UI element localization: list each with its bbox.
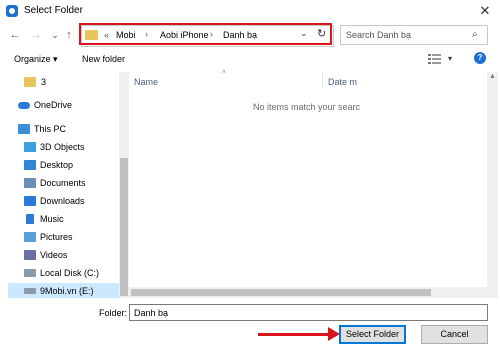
empty-list-message: No items match your searc bbox=[253, 102, 361, 112]
navigation-pane: 3 OneDrive This PC 3D Objects Desktop Do… bbox=[8, 72, 119, 298]
computer-icon bbox=[18, 124, 30, 134]
organize-button[interactable]: Organize ▾ bbox=[14, 54, 58, 65]
folder-icon bbox=[24, 77, 36, 87]
drive-icon bbox=[24, 288, 36, 294]
sidebar-item-label: 3 bbox=[41, 77, 47, 87]
view-dropdown-icon[interactable]: ▾ bbox=[448, 54, 452, 63]
column-header-name[interactable]: Name bbox=[134, 77, 158, 87]
cube-icon bbox=[24, 142, 36, 152]
sidebar-item-label: OneDrive bbox=[34, 100, 73, 110]
sidebar-item-label: Local Disk (C:) bbox=[40, 268, 100, 278]
sidebar-item-label: This PC bbox=[34, 124, 67, 134]
select-folder-button[interactable]: Select Folder bbox=[339, 325, 406, 344]
folder-label: Folder: bbox=[99, 308, 128, 318]
new-folder-button[interactable]: New folder bbox=[82, 54, 125, 64]
search-icon[interactable]: ⌕ bbox=[472, 29, 478, 40]
sidebar-item-music[interactable]: Music bbox=[8, 211, 119, 228]
sidebar-scrollbar-thumb[interactable] bbox=[120, 158, 128, 296]
sidebar-item-local-disk[interactable]: Local Disk (C:) bbox=[8, 265, 119, 282]
sidebar-item-downloads[interactable]: Downloads bbox=[8, 193, 119, 210]
address-highlight-annotation bbox=[79, 23, 332, 45]
search-input[interactable]: Search Danh bạ ⌕ bbox=[340, 25, 488, 45]
pictures-icon bbox=[24, 232, 36, 242]
forward-button[interactable]: → bbox=[29, 28, 43, 42]
app-icon bbox=[6, 5, 18, 17]
music-icon bbox=[26, 214, 34, 224]
sidebar-item-label: 9Mobi.vn (E:) bbox=[40, 286, 94, 296]
sidebar-item-label: Desktop bbox=[40, 160, 74, 170]
horizontal-scrollbar-thumb[interactable] bbox=[131, 289, 431, 296]
view-options-icon[interactable] bbox=[428, 53, 442, 64]
disk-icon bbox=[24, 269, 36, 277]
sidebar-item-9mobi-drive[interactable]: 9Mobi.vn (E:) bbox=[8, 283, 119, 298]
videos-icon bbox=[24, 250, 36, 260]
sidebar-item-documents[interactable]: Documents bbox=[8, 175, 119, 192]
sidebar-item-label: Videos bbox=[40, 250, 68, 260]
annotation-arrow bbox=[258, 333, 333, 336]
cloud-icon bbox=[18, 102, 30, 109]
sidebar-item-videos[interactable]: Videos bbox=[8, 247, 119, 264]
search-placeholder: Search Danh bạ bbox=[346, 30, 412, 40]
folder-name-value: Danh bạ bbox=[134, 308, 169, 318]
recent-locations-button[interactable]: ⌄ bbox=[48, 28, 62, 42]
back-button[interactable]: ← bbox=[8, 28, 22, 42]
command-toolbar bbox=[0, 50, 500, 70]
sort-ascending-icon: ^ bbox=[222, 69, 226, 78]
sidebar-item-label: Documents bbox=[40, 178, 86, 188]
cancel-button[interactable]: Cancel bbox=[421, 325, 488, 344]
column-header-date[interactable]: Date m bbox=[328, 77, 357, 87]
folder-name-field[interactable]: Danh bạ bbox=[129, 304, 488, 321]
sidebar-item-pictures[interactable]: Pictures bbox=[8, 229, 119, 246]
close-button[interactable]: ✕ bbox=[474, 3, 496, 19]
sidebar-item-label: Music bbox=[40, 214, 64, 224]
sidebar-item-label: Downloads bbox=[40, 196, 85, 206]
column-divider[interactable] bbox=[322, 72, 323, 88]
sidebar-item-label: Pictures bbox=[40, 232, 73, 242]
desktop-icon bbox=[24, 160, 36, 170]
sidebar-item-desktop[interactable]: Desktop bbox=[8, 157, 119, 174]
scroll-up-icon[interactable]: ▲ bbox=[489, 73, 496, 80]
sidebar-item-3[interactable]: 3 bbox=[8, 74, 119, 91]
up-button[interactable]: ↑ bbox=[62, 28, 76, 42]
sidebar-item-this-pc[interactable]: This PC bbox=[8, 121, 119, 138]
sidebar-item-onedrive[interactable]: OneDrive bbox=[8, 97, 119, 114]
file-list-scrollbar[interactable] bbox=[487, 72, 498, 298]
documents-icon bbox=[24, 178, 36, 188]
downloads-icon bbox=[24, 196, 36, 206]
window-title: Select Folder bbox=[24, 5, 83, 16]
help-icon[interactable]: ? bbox=[474, 52, 486, 64]
sidebar-item-3d-objects[interactable]: 3D Objects bbox=[8, 139, 119, 156]
sidebar-item-label: 3D Objects bbox=[40, 142, 85, 152]
